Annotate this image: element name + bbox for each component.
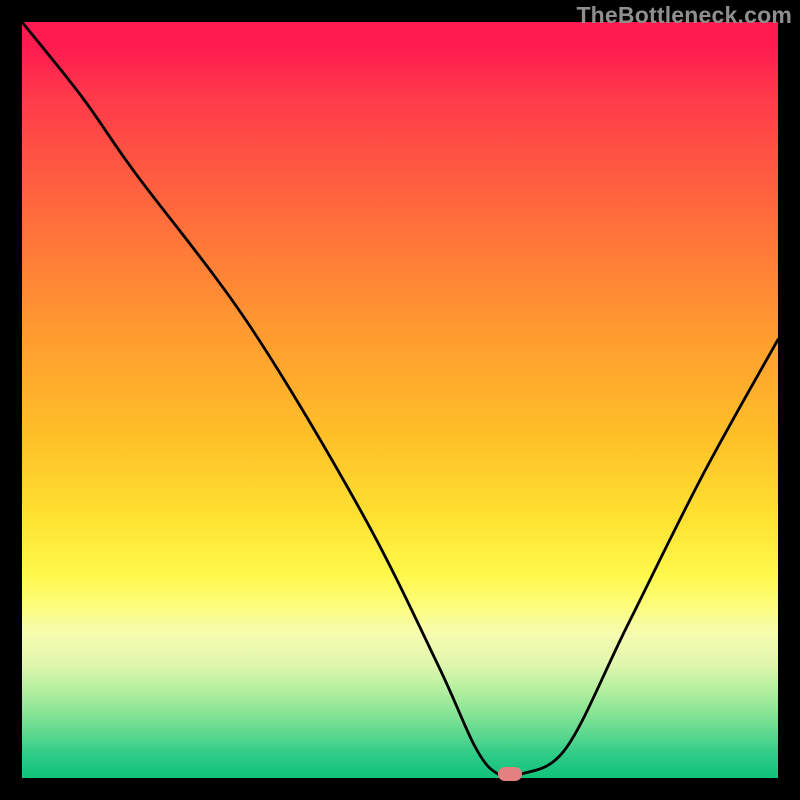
optimal-point-marker	[498, 767, 522, 781]
watermark-text: TheBottleneck.com	[576, 2, 792, 29]
bottleneck-curve	[22, 22, 778, 778]
chart-container: TheBottleneck.com	[0, 0, 800, 800]
plot-area	[22, 22, 778, 778]
